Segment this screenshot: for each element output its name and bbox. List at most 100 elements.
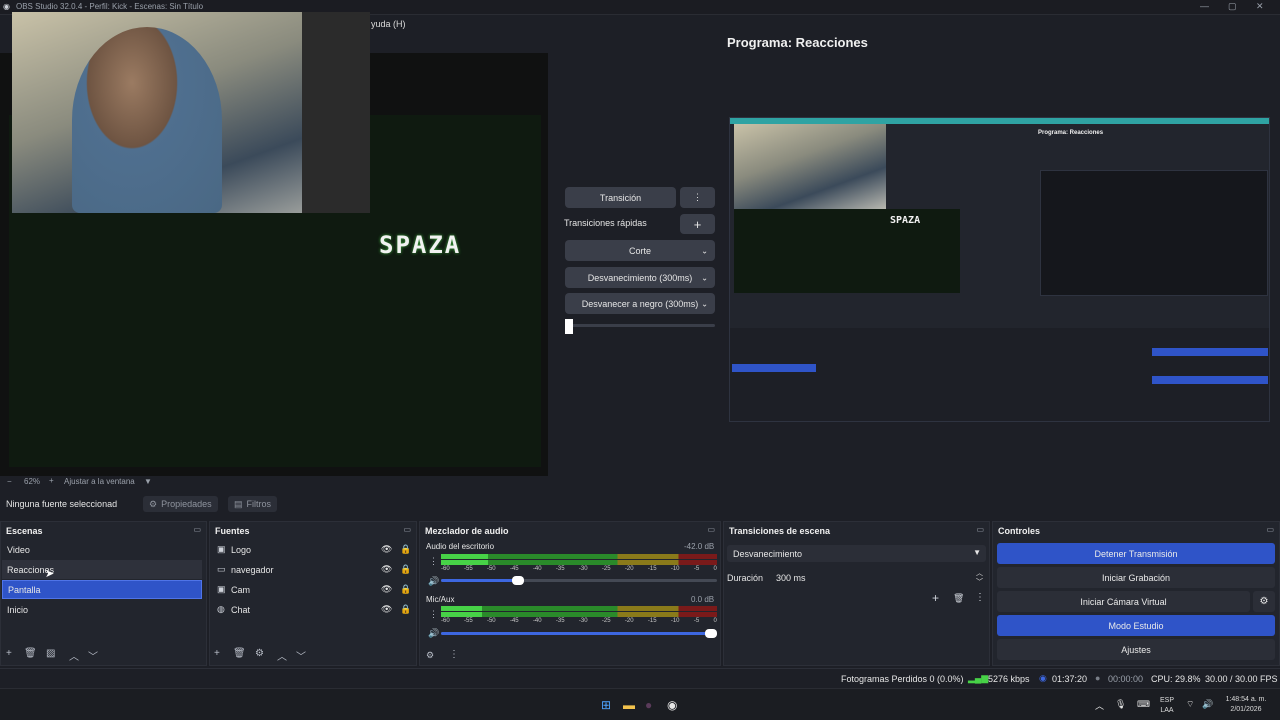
- more-vertical-icon[interactable]: ⋮: [975, 592, 985, 603]
- volume-icon[interactable]: 🔊: [1202, 699, 1213, 710]
- level-fill: [441, 554, 488, 559]
- quick-transition-fade-black[interactable]: Desvanecer a negro (300ms) ⌄: [565, 293, 715, 314]
- obs-taskbar-icon[interactable]: ◉: [667, 698, 677, 712]
- properties-button[interactable]: ⚙ Propiedades: [143, 496, 218, 512]
- volume-slider[interactable]: [441, 629, 717, 638]
- app-icon[interactable]: ●: [645, 698, 652, 712]
- speaker-icon[interactable]: 🔊: [428, 628, 439, 639]
- scene-item-selected[interactable]: Pantalla: [2, 580, 202, 599]
- move-down-button[interactable]: ﹀: [88, 648, 98, 663]
- scale-tick: -60: [441, 566, 450, 572]
- transition-button[interactable]: Transición: [565, 187, 676, 208]
- source-item[interactable]: ▣ Cam 👁 🔒: [211, 580, 415, 599]
- scale-tick: -10: [670, 618, 680, 624]
- tbar-handle[interactable]: [565, 319, 573, 334]
- tray-chevron-icon[interactable]: ︿: [1095, 699, 1104, 712]
- lock-icon[interactable]: 🔒: [400, 604, 411, 615]
- move-up-button[interactable]: ︿: [277, 648, 287, 663]
- settings-button[interactable]: Ajustes: [997, 639, 1275, 660]
- lock-icon[interactable]: 🔒: [400, 564, 411, 575]
- lock-icon[interactable]: 🔒: [400, 544, 411, 555]
- windows-start-icon[interactable]: ⊞: [601, 698, 611, 712]
- menu-help[interactable]: yuda (H): [371, 19, 406, 29]
- quick-transition-fade[interactable]: Desvanecimiento (300ms) ⌄: [565, 267, 715, 288]
- move-down-button[interactable]: ﹀: [296, 648, 306, 663]
- clock-time[interactable]: 1:48:54 a. m.: [1218, 696, 1274, 703]
- quick-transition-cut[interactable]: Corte ⌄: [565, 240, 715, 261]
- audio-mixer-title: Mezclador de audio: [425, 526, 509, 536]
- remove-source-button[interactable]: 🗑: [233, 648, 246, 659]
- channel-db: -42.0 dB: [684, 542, 715, 551]
- eye-icon[interactable]: 👁: [381, 584, 392, 595]
- volume-fill: [441, 579, 516, 582]
- maximize-icon[interactable]: ▢: [1228, 1, 1237, 12]
- add-source-button[interactable]: +: [214, 648, 220, 659]
- remove-scene-button[interactable]: 🗑: [24, 648, 37, 659]
- program-scene: [734, 209, 960, 293]
- duration-spinbox[interactable]: 300 ms ︿ ﹀: [772, 568, 986, 586]
- add-quick-transition-button[interactable]: +: [680, 214, 715, 234]
- close-icon[interactable]: ✕: [1256, 1, 1264, 12]
- virtual-camera-settings-button[interactable]: ⚙: [1253, 591, 1275, 612]
- lock-icon[interactable]: 🔒: [400, 584, 411, 595]
- zoom-in-button[interactable]: +: [49, 476, 54, 485]
- start-virtual-camera-button[interactable]: Iniciar Cámara Virtual: [997, 591, 1250, 612]
- window-title: OBS Studio 32.0.4 - Perfil: Kick - Escen…: [16, 2, 204, 11]
- fit-window-label[interactable]: Ajustar a la ventana: [64, 477, 135, 486]
- zoom-out-button[interactable]: −: [7, 477, 12, 486]
- dock-float-icon[interactable]: ▭: [976, 525, 984, 534]
- level-meter: [441, 612, 717, 617]
- remove-transition-button[interactable]: 🗑: [953, 593, 964, 604]
- source-item[interactable]: ◍ Chat 👁 🔒: [211, 600, 415, 619]
- source-settings-button[interactable]: ⚙: [255, 648, 264, 659]
- scene-filters-button[interactable]: ▨: [46, 648, 55, 659]
- studio-mode-button[interactable]: Modo Estudio: [997, 615, 1275, 636]
- dock-float-icon[interactable]: ▭: [403, 525, 411, 534]
- eye-icon[interactable]: 👁: [381, 544, 392, 555]
- dock-float-icon[interactable]: ▭: [1266, 525, 1274, 534]
- scene-item[interactable]: Video: [2, 540, 202, 559]
- volume-knob[interactable]: [705, 629, 717, 638]
- zoom-bar: − 62% + Ajustar a la ventana ▼: [0, 476, 548, 489]
- wifi-icon[interactable]: ⌔: [1186, 699, 1194, 710]
- chevron-down-icon[interactable]: ▼: [144, 477, 152, 486]
- scene-item[interactable]: Inicio: [2, 600, 202, 619]
- volume-knob[interactable]: [512, 576, 525, 585]
- tbar-slider[interactable]: [565, 324, 715, 327]
- input-language[interactable]: ESP: [1155, 697, 1179, 704]
- spin-down-icon[interactable]: ﹀: [976, 577, 983, 587]
- move-up-button[interactable]: ︿: [69, 648, 79, 663]
- quick-transition-label: Desvanecer a negro (300ms): [581, 298, 699, 309]
- speaker-icon[interactable]: 🔊: [428, 576, 439, 587]
- add-scene-button[interactable]: +: [6, 648, 12, 659]
- filters-button[interactable]: ▤ Filtros: [228, 496, 278, 512]
- minimize-icon[interactable]: —: [1200, 1, 1209, 11]
- transition-select[interactable]: Desvanecimiento ▼: [727, 545, 986, 562]
- source-item[interactable]: ▣ Logo 👁 🔒: [211, 540, 415, 559]
- keyboard-icon[interactable]: ⌨: [1137, 699, 1150, 710]
- add-transition-button[interactable]: +: [932, 591, 939, 605]
- stop-streaming-button[interactable]: Detener Transmisión: [997, 543, 1275, 564]
- microphone-icon[interactable]: 🎙: [1115, 699, 1126, 710]
- sources-list: ▣ Logo 👁 🔒 ▭ navegador 👁 🔒 ▣ Cam 👁 🔒 ◍ C…: [211, 540, 415, 620]
- volume-slider[interactable]: [441, 576, 717, 585]
- clock-date[interactable]: 2/01/2026: [1218, 706, 1274, 713]
- more-vertical-icon[interactable]: ⋮: [429, 556, 438, 567]
- more-vertical-icon[interactable]: ⋮: [429, 609, 438, 620]
- audio-settings-icon[interactable]: ⚙: [426, 650, 434, 661]
- obs-logo-icon: ◉: [3, 2, 10, 11]
- dock-float-icon[interactable]: ▭: [707, 525, 715, 534]
- file-explorer-icon[interactable]: ▬: [623, 698, 635, 712]
- signal-icon: ▂▄▆: [968, 673, 989, 683]
- source-item[interactable]: ▭ navegador 👁 🔒: [211, 560, 415, 579]
- transition-menu-button[interactable]: ⋮: [680, 187, 715, 208]
- start-recording-button[interactable]: Iniciar Grabación: [997, 567, 1275, 588]
- scene-item[interactable]: Reacciones: [2, 560, 202, 579]
- more-vertical-icon[interactable]: ⋮: [449, 649, 459, 660]
- bitrate: 5276 kbps: [988, 674, 1030, 684]
- source-label: Logo: [231, 545, 252, 555]
- keyboard-layout[interactable]: LAA: [1155, 707, 1179, 714]
- eye-icon[interactable]: 👁: [381, 604, 392, 615]
- dock-float-icon[interactable]: ▭: [193, 525, 201, 534]
- eye-icon[interactable]: 👁: [381, 564, 392, 575]
